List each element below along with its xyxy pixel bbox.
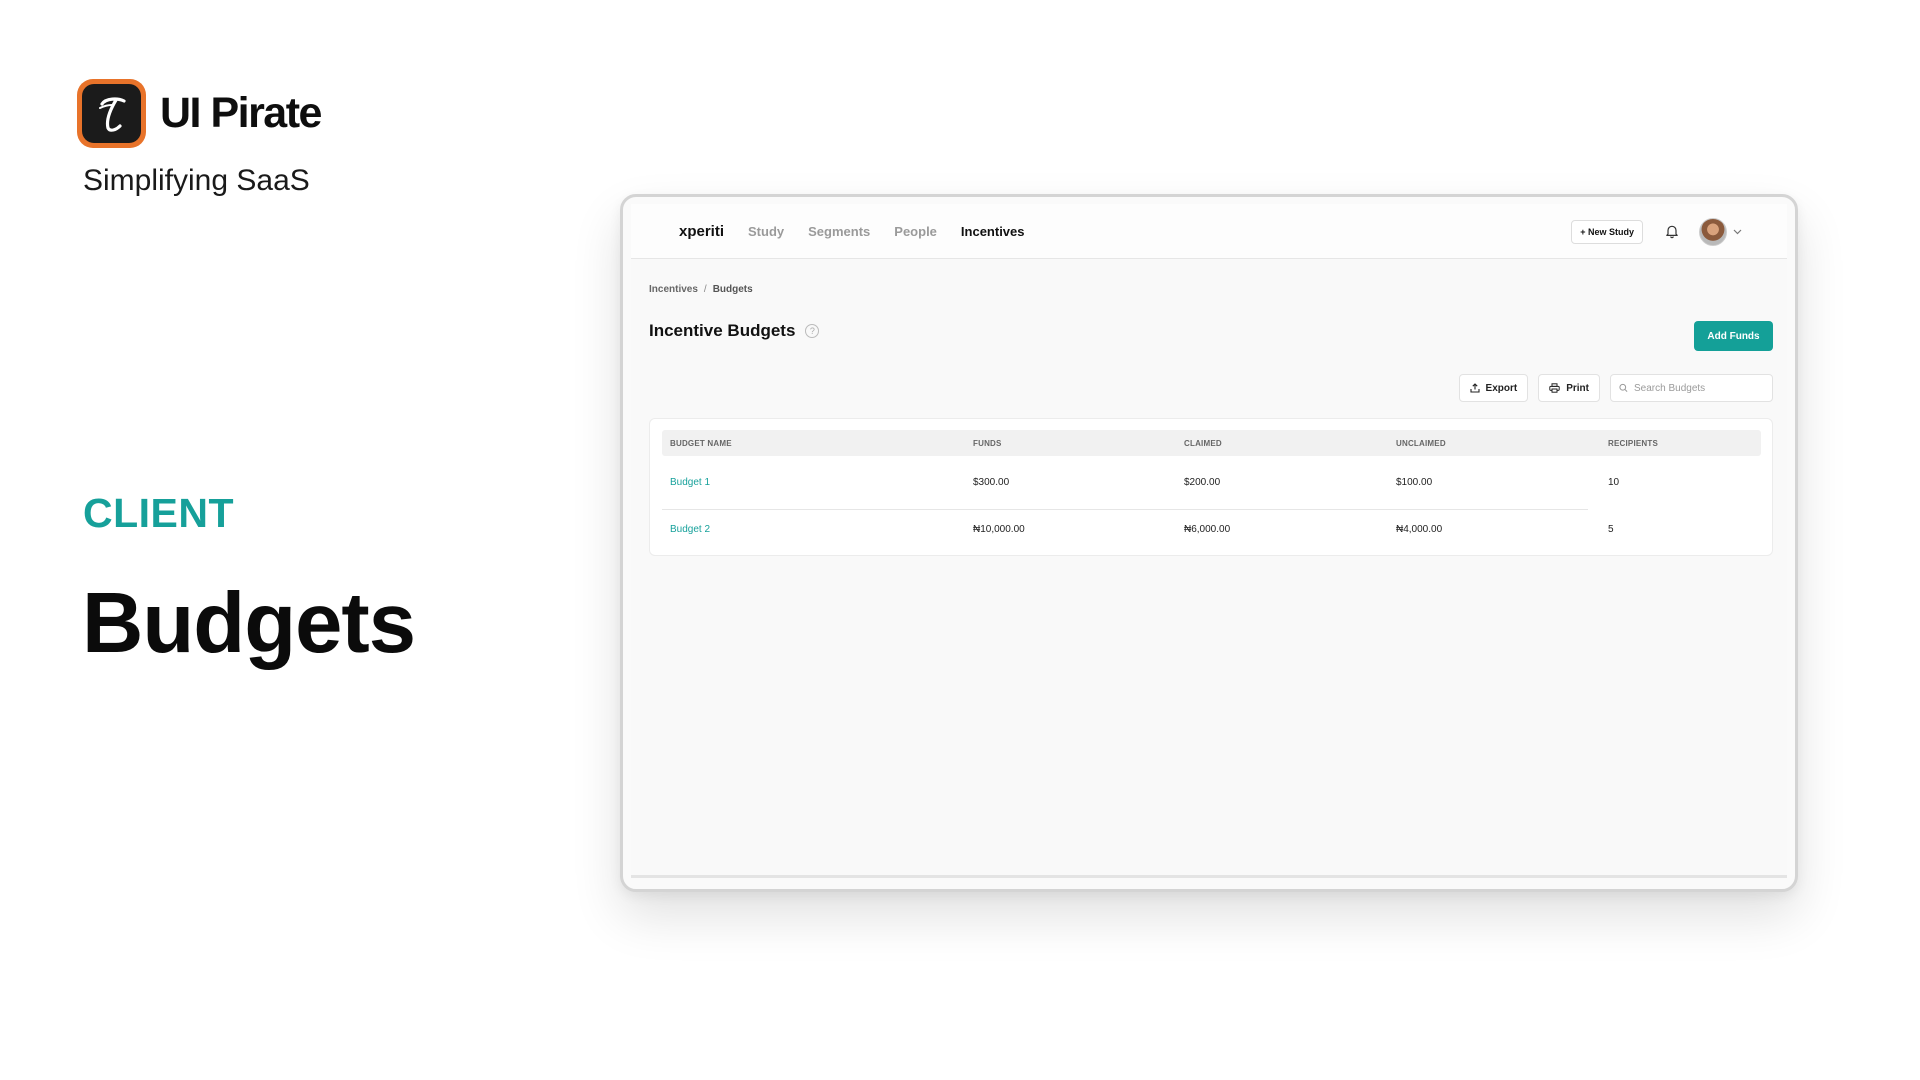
unclaimed-cell: ₦4,000.00 [1396, 523, 1443, 535]
print-label: Print [1566, 382, 1589, 394]
column-header-budget-name[interactable]: BUDGET NAME [662, 439, 965, 448]
brand: UI Pirate [77, 79, 322, 148]
app-window: xperiti Study Segments People Incentives… [631, 204, 1787, 878]
page-title: Incentive Budgets [649, 321, 796, 340]
add-funds-button[interactable]: Add Funds [1694, 321, 1773, 351]
nav-item-study[interactable]: Study [748, 224, 784, 239]
table-toolbar: Export Print [1458, 374, 1773, 402]
nav-item-segments[interactable]: Segments [808, 224, 870, 239]
funds-cell: ₦10,000.00 [973, 523, 1025, 535]
claimed-cell: $200.00 [1184, 476, 1221, 488]
section-label: CLIENT [83, 490, 235, 536]
brand-tagline: Simplifying SaaS [83, 164, 310, 197]
brand-logo-icon [77, 79, 146, 148]
budgets-table: BUDGET NAME FUNDS CLAIMED UNCLAIMED RECI… [649, 418, 1773, 556]
brand-name: UI Pirate [160, 89, 322, 137]
title-row: Incentive Budgets ? [649, 321, 820, 341]
bell-icon[interactable] [1663, 223, 1681, 241]
export-label: Export [1485, 382, 1518, 394]
search-icon [1619, 383, 1628, 392]
table-row[interactable]: Budget 2 ₦10,000.00 ₦6,000.00 ₦4,000.00 … [662, 507, 1761, 551]
column-header-unclaimed[interactable]: UNCLAIMED [1388, 439, 1600, 448]
column-header-claimed[interactable]: CLAIMED [1176, 439, 1388, 448]
breadcrumb-budgets: Budgets [712, 284, 753, 295]
nav-item-people[interactable]: People [894, 224, 937, 239]
breadcrumb-incentives[interactable]: Incentives [649, 284, 698, 295]
export-icon [1469, 383, 1480, 393]
table-row[interactable]: Budget 1 $300.00 $200.00 $100.00 10 [662, 460, 1761, 504]
chevron-down-icon[interactable] [1733, 227, 1743, 237]
breadcrumb: Incentives / Budgets [649, 284, 753, 295]
funds-cell: $300.00 [973, 476, 1010, 488]
search-box [1610, 374, 1773, 402]
print-button[interactable]: Print [1538, 374, 1600, 402]
column-header-funds[interactable]: FUNDS [965, 439, 1176, 448]
new-study-button[interactable]: + New Study [1571, 219, 1643, 244]
help-icon[interactable]: ? [805, 324, 820, 338]
nav-actions: + New Study [1571, 204, 1743, 259]
recipients-cell: 5 [1608, 523, 1614, 535]
column-header-recipients[interactable]: RECIPIENTS [1600, 439, 1761, 448]
search-input[interactable] [1634, 382, 1764, 394]
top-nav: xperiti Study Segments People Incentives… [631, 204, 1787, 259]
table-header: BUDGET NAME FUNDS CLAIMED UNCLAIMED RECI… [662, 430, 1761, 456]
claimed-cell: ₦6,000.00 [1184, 523, 1231, 535]
budget-name-link[interactable]: Budget 2 [662, 524, 965, 535]
nav-item-incentives[interactable]: Incentives [961, 224, 1025, 239]
avatar[interactable] [1699, 217, 1727, 246]
app-logo[interactable]: xperiti [679, 223, 724, 240]
breadcrumb-separator: / [703, 284, 707, 295]
unclaimed-cell: $100.00 [1396, 476, 1433, 488]
recipients-cell: 10 [1608, 476, 1620, 488]
device-frame: xperiti Study Segments People Incentives… [620, 194, 1798, 892]
slide-heading: Budgets [82, 576, 416, 671]
export-button[interactable]: Export [1458, 374, 1529, 402]
budget-name-link[interactable]: Budget 1 [662, 477, 965, 488]
print-icon [1549, 383, 1560, 393]
